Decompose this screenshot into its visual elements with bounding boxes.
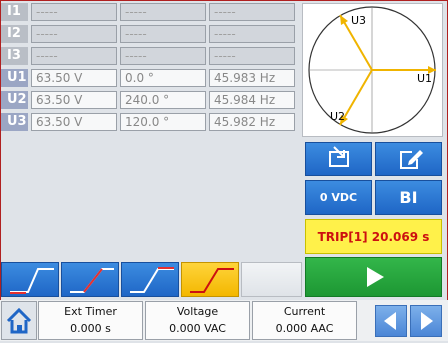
channel-amplitude[interactable]: ----- [31, 47, 117, 65]
export-icon [329, 146, 349, 167]
channel-row-u2[interactable]: U2 63.50 V 240.0 ° 45.984 Hz [1, 91, 295, 109]
ramp-icon [190, 268, 234, 293]
play-icon [367, 267, 384, 287]
meter-value: 0.000 s [70, 322, 111, 335]
channel-row-i3[interactable]: I3 ----- ----- ----- [1, 47, 295, 65]
ramp-icon [130, 267, 174, 293]
meter-voltage: Voltage 0.000 VAC [145, 301, 250, 340]
vector-label-u1: U1 [417, 72, 432, 85]
channel-label: U1 [1, 69, 28, 87]
ramp-spacer [241, 262, 302, 297]
vector-label-u2: U2 [330, 110, 345, 123]
meter-ext-timer: Ext Timer 0.000 s [38, 301, 143, 340]
channel-phase[interactable]: 120.0 ° [120, 113, 206, 131]
arrow-left-icon [384, 312, 396, 330]
channel-frequency[interactable]: 45.983 Hz [209, 69, 295, 87]
channel-row-i1[interactable]: I1 ----- ----- ----- [1, 3, 295, 21]
meter-value: 0.000 VAC [169, 322, 226, 335]
arrow-right-icon [421, 312, 433, 330]
channel-row-i2[interactable]: I2 ----- ----- ----- [1, 25, 295, 43]
channel-frequency[interactable]: ----- [209, 25, 295, 43]
ramp-button-1[interactable] [1, 262, 59, 297]
trip-indicator: TRIP[1] 20.069 s [305, 219, 442, 254]
prev-button[interactable] [375, 305, 407, 337]
channel-row-u1[interactable]: U1 63.50 V 0.0 ° 45.983 Hz [1, 69, 295, 87]
ramp-icon [10, 268, 54, 294]
ramp-button-3[interactable] [121, 262, 179, 297]
channel-label: I3 [1, 47, 28, 65]
channel-amplitude[interactable]: 63.50 V [31, 113, 117, 131]
channel-phase[interactable]: 0.0 ° [120, 69, 206, 87]
channel-row-u3[interactable]: U3 63.50 V 120.0 ° 45.982 Hz [1, 113, 295, 131]
channel-amplitude[interactable]: 63.50 V [31, 69, 117, 87]
home-button[interactable] [1, 301, 37, 340]
ramp-icon [70, 268, 114, 293]
channel-amplitude[interactable]: 63.50 V [31, 91, 117, 109]
channel-phase[interactable]: 240.0 ° [120, 91, 206, 109]
channel-frequency[interactable]: 45.984 Hz [209, 91, 295, 109]
meter-value: 0.000 AAC [275, 322, 334, 335]
vector-label-u3: U3 [351, 14, 366, 27]
channel-phase[interactable]: ----- [120, 3, 206, 21]
vector-diagram: U1 U2 U3 [302, 3, 443, 137]
home-icon [6, 307, 32, 334]
channel-frequency[interactable]: 45.982 Hz [209, 113, 295, 131]
channel-phase[interactable]: ----- [120, 25, 206, 43]
channel-amplitude[interactable]: ----- [31, 25, 117, 43]
vdc-button[interactable]: 0 VDC [305, 180, 372, 215]
ramp-button-4[interactable] [181, 262, 239, 297]
channel-phase[interactable]: ----- [120, 47, 206, 65]
play-button[interactable] [305, 257, 442, 297]
meter-current: Current 0.000 AAC [252, 301, 357, 340]
channel-frequency[interactable]: ----- [209, 3, 295, 21]
channel-label: I2 [1, 25, 28, 43]
edit-icon [400, 150, 423, 169]
bottom-bar: Ext Timer 0.000 s Voltage 0.000 VAC Curr… [0, 300, 448, 341]
meter-title: Ext Timer [64, 305, 117, 318]
channel-label: U3 [1, 113, 28, 131]
channel-frequency[interactable]: ----- [209, 47, 295, 65]
channel-label: U2 [1, 91, 28, 109]
next-button[interactable] [410, 305, 442, 337]
export-button[interactable] [305, 142, 372, 176]
channel-amplitude[interactable]: ----- [31, 3, 117, 21]
edit-button[interactable] [375, 142, 442, 176]
meter-title: Voltage [176, 305, 219, 318]
binary-input-button[interactable]: BI [375, 180, 442, 215]
meter-title: Current [283, 305, 326, 318]
channel-label: I1 [1, 3, 28, 21]
ramp-button-2[interactable] [61, 262, 119, 297]
